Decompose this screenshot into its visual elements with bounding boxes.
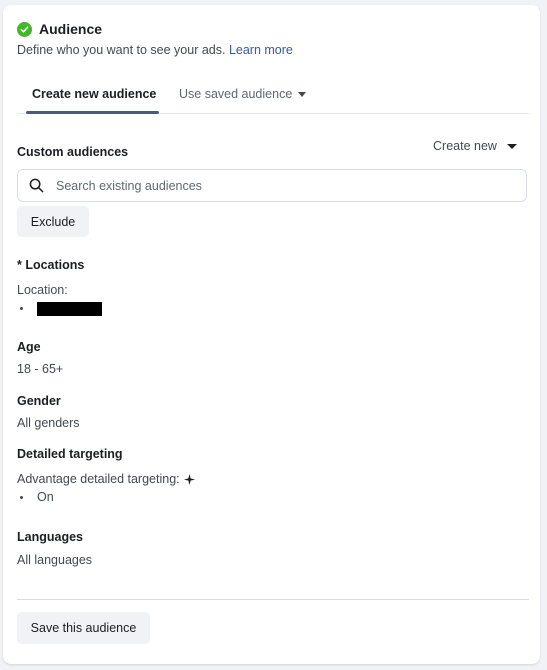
create-new-dropdown[interactable]: Create new <box>433 139 517 153</box>
gender-label: Gender <box>17 394 61 408</box>
tab-create-new-audience[interactable]: Create new audience <box>32 87 156 101</box>
create-new-label: Create new <box>433 139 497 153</box>
advantage-targeting-label: Advantage detailed targeting: <box>17 472 180 486</box>
gender-value: All genders <box>17 416 80 430</box>
search-audiences-field[interactable] <box>17 169 527 202</box>
save-audience-button[interactable]: Save this audience <box>17 612 150 644</box>
advantage-targeting-item: On <box>17 490 54 504</box>
custom-audiences-label: Custom audiences <box>17 145 129 159</box>
search-audiences-input[interactable] <box>54 177 526 194</box>
advantage-targeting-row: Advantage detailed targeting: <box>17 472 195 486</box>
location-item <box>17 301 102 316</box>
check-circle-icon <box>17 21 32 37</box>
header: Audience <box>17 21 102 37</box>
bullet <box>20 307 23 311</box>
age-value: 18 - 65+ <box>17 362 64 376</box>
detailed-targeting-label: Detailed targeting <box>17 447 123 461</box>
tab-use-saved-audience[interactable]: Use saved audience <box>179 87 307 101</box>
exclude-button[interactable]: Exclude <box>17 206 89 237</box>
section-description: Define who you want to see your ads. Lea… <box>17 43 293 57</box>
location-sub-label: Location: <box>17 283 68 297</box>
caret-down-icon <box>298 92 307 98</box>
active-tab-indicator <box>26 111 159 114</box>
redacted-location <box>37 301 102 316</box>
tab-label: Use saved audience <box>179 87 293 101</box>
description-text: Define who you want to see your ads. <box>17 43 226 57</box>
bullet <box>20 496 23 500</box>
audience-tabs: Create new audience Use saved audience <box>17 81 529 114</box>
advantage-targeting-value: On <box>37 490 54 504</box>
languages-label: Languages <box>17 530 83 544</box>
learn-more-link[interactable]: Learn more <box>229 43 293 57</box>
divider <box>17 599 529 600</box>
sparkle-icon <box>183 473 195 485</box>
search-icon <box>29 178 44 193</box>
section-title: Audience <box>39 21 103 37</box>
locations-label: * Locations <box>17 258 85 272</box>
age-label: Age <box>17 340 41 354</box>
caret-down-icon <box>506 144 517 150</box>
audience-card: Audience Define who you want to see your… <box>3 5 540 664</box>
languages-value: All languages <box>17 553 93 567</box>
